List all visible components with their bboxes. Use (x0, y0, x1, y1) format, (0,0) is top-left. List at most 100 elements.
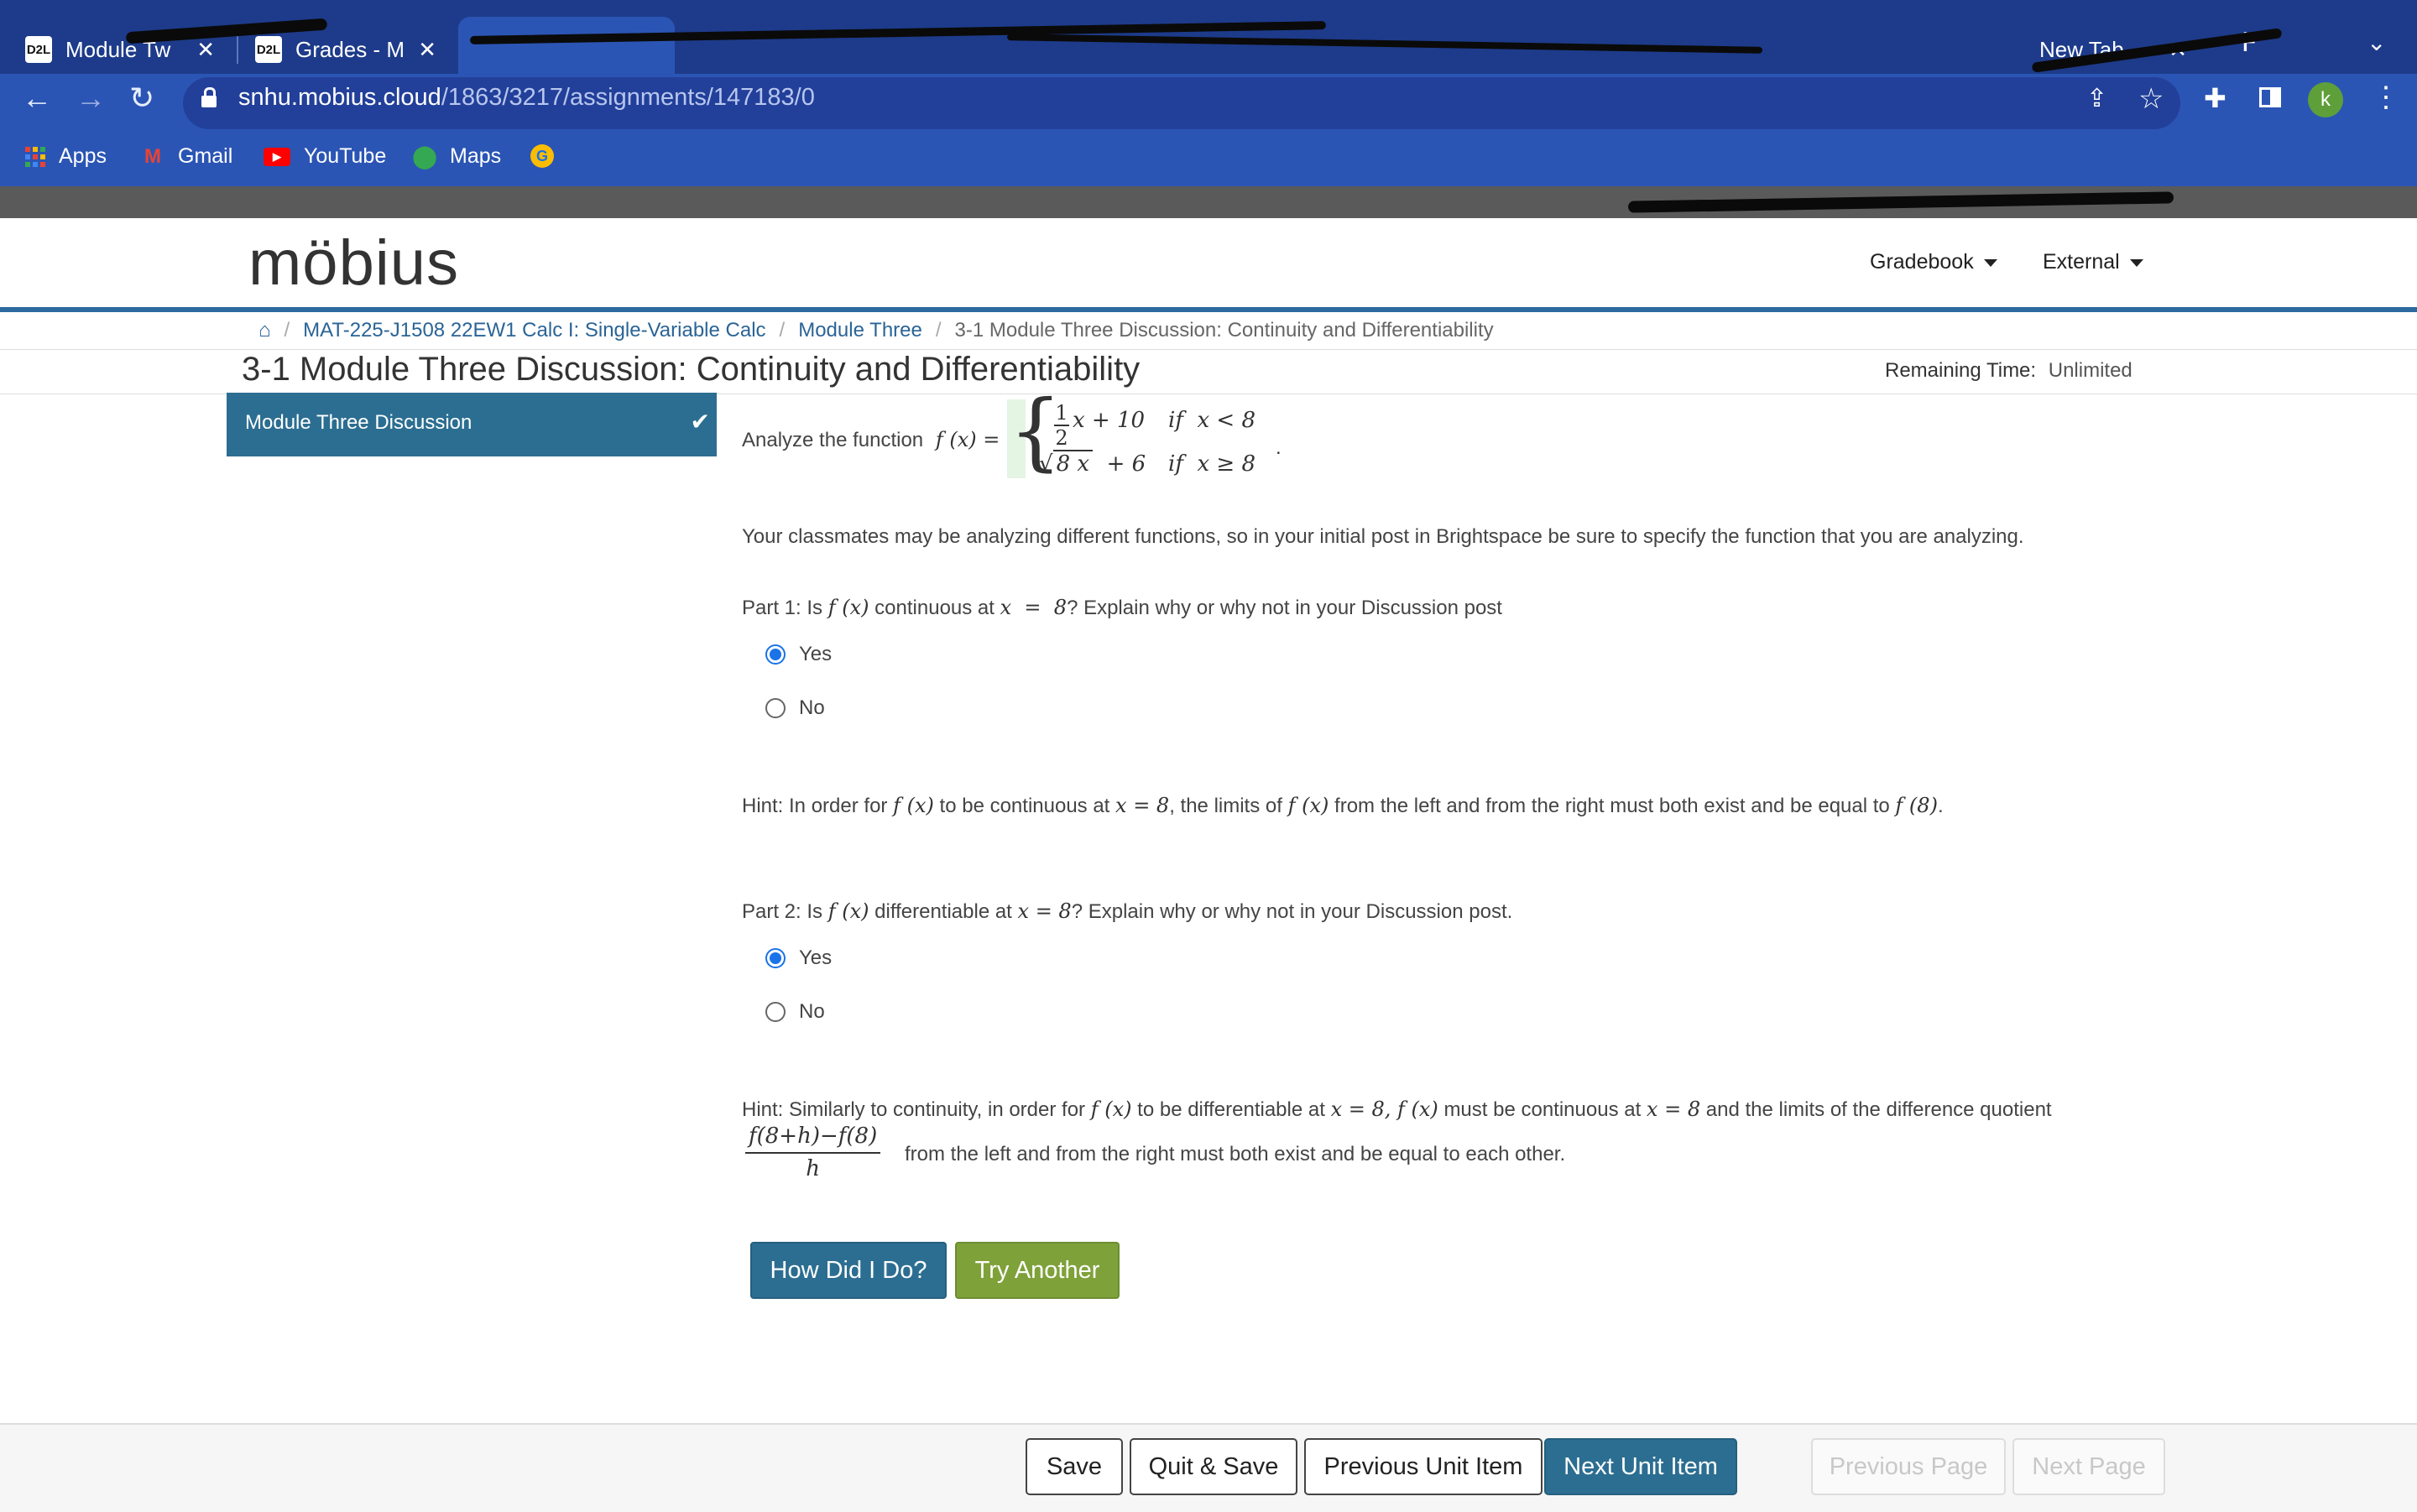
classmates-note: Your classmates may be analyzing differe… (742, 525, 2024, 548)
bookmark-label: Gmail (178, 144, 233, 168)
breadcrumb: ⌂ / MAT-225-J1508 22EW1 Calc I: Single-Var… (258, 319, 1494, 342)
gradebook-menu[interactable]: Gradebook (1870, 250, 1997, 274)
extensions-icon[interactable]: ✚ (2204, 82, 2226, 114)
how-did-i-do-button[interactable]: How Did I Do? (750, 1242, 947, 1299)
difference-quotient-math: f(8+h)−f(8) h (745, 1124, 881, 1181)
hint2-line1: Hint: Similarly to continuity, in order … (742, 1098, 2052, 1122)
maps-pin-icon: ⬤ (412, 143, 437, 169)
part2-no-label[interactable]: No (799, 1000, 825, 1024)
part2-prefix: Part 2: Is (742, 900, 823, 923)
tab-search-chevron-icon[interactable]: ⌄ (2367, 29, 2386, 56)
hint2-d: and the limits of the difference quotien… (1705, 1098, 2052, 1121)
part1-prefix: Part 1: Is (742, 597, 823, 619)
side-panel-icon[interactable] (2259, 87, 2281, 107)
sidebar-item-module-three-discussion[interactable]: Module Three Discussion ✔ (227, 393, 717, 456)
hint1-d: from the left and from the right must bo… (1334, 795, 1890, 817)
part1-no-radio[interactable] (765, 698, 786, 718)
bookmark-apps[interactable]: Apps (25, 144, 107, 169)
piece-one-expression: x + 10 (1073, 408, 1146, 433)
x-equals-8-comma-fx-math: x = 8, f (x) (1330, 1098, 1438, 1121)
reload-icon[interactable]: ↻ (129, 81, 154, 116)
fx-math: f (x) (1090, 1098, 1132, 1121)
back-icon[interactable]: ← (22, 81, 52, 116)
close-tab-icon[interactable]: ✕ (196, 37, 215, 63)
lock-icon[interactable] (201, 87, 217, 107)
gmail-icon: M (144, 144, 161, 168)
x-equals-8-math: x = 8 (1000, 596, 1068, 619)
browser-tab-bar: D2L Module Tw ✕ D2L Grades - M ✕ New Tab… (0, 0, 2417, 82)
bookmark-label: YouTube (304, 144, 387, 168)
breadcrumb-module[interactable]: Module Three (798, 319, 922, 342)
gradebook-label: Gradebook (1870, 250, 1974, 274)
function-name-math: f (x) = (935, 428, 1000, 451)
part2-no-radio[interactable] (765, 1002, 786, 1022)
url-path: /1863/3217/assignments/147183/0 (441, 84, 815, 111)
try-another-button[interactable]: Try Another (955, 1242, 1120, 1299)
piece-one-condition: if x < 8 (1168, 408, 1255, 433)
sidebar-item-label: Module Three Discussion (245, 411, 472, 434)
youtube-icon: ▶ (264, 147, 290, 166)
piece-two-condition: if x ≥ 8 (1168, 451, 1255, 477)
caret-down-icon (1983, 258, 1997, 267)
browser-menu-icon[interactable]: ⋮ (2372, 81, 2400, 114)
hint1-e: . (1937, 795, 1944, 817)
previous-unit-item-button[interactable]: Previous Unit Item (1304, 1438, 1543, 1495)
x-equals-8-math: x = 8 (1646, 1098, 1701, 1121)
analyze-prompt: Analyze the function f (x) = (742, 428, 1000, 452)
external-menu[interactable]: External (2043, 250, 2143, 274)
part1-no-label[interactable]: No (799, 696, 825, 720)
d2l-favicon-icon: D2L (25, 36, 52, 63)
bookmark-unnamed[interactable]: G (530, 144, 567, 168)
part1-yes-label[interactable]: Yes (799, 643, 832, 666)
part2-yes-radio[interactable] (765, 948, 786, 968)
browser-tab-active[interactable] (458, 17, 675, 82)
header-divider (0, 307, 2417, 312)
external-label: External (2043, 250, 2120, 274)
mobius-logo[interactable]: möbius (248, 227, 459, 300)
caret-down-icon (2129, 258, 2143, 267)
fx-math: f (x) (827, 899, 869, 923)
next-page-button[interactable]: Next Page (2012, 1438, 2165, 1495)
forward-icon[interactable]: → (76, 81, 106, 116)
part1-yes-radio[interactable] (765, 644, 786, 665)
bookmark-maps[interactable]: ⬤ Maps (412, 143, 502, 169)
f8-math: f (8) (1895, 794, 1938, 817)
bookmark-label: Maps (450, 144, 502, 168)
part1-mid: continuous at (874, 597, 994, 619)
hint2-a: Hint: Similarly to continuity, in order … (742, 1098, 1086, 1121)
save-button[interactable]: Save (1026, 1438, 1123, 1495)
share-icon[interactable]: ⇪ (2086, 84, 2107, 113)
remaining-time: Remaining Time: Unlimited (1885, 359, 2132, 383)
profile-avatar[interactable]: k (2308, 82, 2343, 117)
hint1: Hint: In order for f (x) to be continuou… (742, 794, 1944, 818)
bookmark-youtube[interactable]: ▶ YouTube (264, 144, 386, 169)
piece-two-expression: √ 8 x + 6 (1039, 450, 1146, 477)
x-equals-8-math: x = 8 (1115, 794, 1170, 817)
bookmark-gmail[interactable]: M Gmail (141, 144, 232, 169)
period-mark: . (1276, 436, 1282, 459)
home-icon[interactable]: ⌂ (258, 319, 271, 342)
x-equals-8-math: x = 8 (1017, 899, 1072, 923)
part2-yes-label[interactable]: Yes (799, 946, 832, 970)
breadcrumb-course[interactable]: MAT-225-J1508 22EW1 Calc I: Single-Varia… (303, 319, 765, 342)
page-title: 3-1 Module Three Discussion: Continuity … (242, 351, 1141, 388)
hint2-e: from the left and from the right must bo… (905, 1143, 1566, 1165)
part2-question: Part 2: Is f (x) differentiable at x = 8… (742, 899, 1512, 924)
part2-suffix: ? Explain why or why not in your Discuss… (1071, 900, 1513, 923)
browser-tab-group-redacted[interactable] (676, 17, 2002, 82)
url-text: snhu.mobius.cloud/1863/3217/assignments/… (238, 84, 815, 112)
star-icon[interactable]: ☆ (2138, 82, 2164, 116)
bookmark-label: Apps (59, 144, 107, 168)
part2-mid: differentiable at (874, 900, 1012, 923)
fx-math: f (x) (827, 596, 869, 619)
hint1-b: to be continuous at (939, 795, 1110, 817)
remaining-label: Remaining Time: (1885, 359, 2037, 382)
fx-math: f (x) (893, 794, 934, 817)
quit-save-button[interactable]: Quit & Save (1130, 1438, 1297, 1495)
hint1-a: Hint: In order for (742, 795, 888, 817)
url-host: snhu.mobius.cloud (238, 84, 441, 111)
checkmark-icon: ✔ (690, 409, 710, 435)
previous-page-button[interactable]: Previous Page (1811, 1438, 2006, 1495)
close-tab-icon[interactable]: ✕ (418, 37, 436, 63)
next-unit-item-button[interactable]: Next Unit Item (1544, 1438, 1737, 1495)
